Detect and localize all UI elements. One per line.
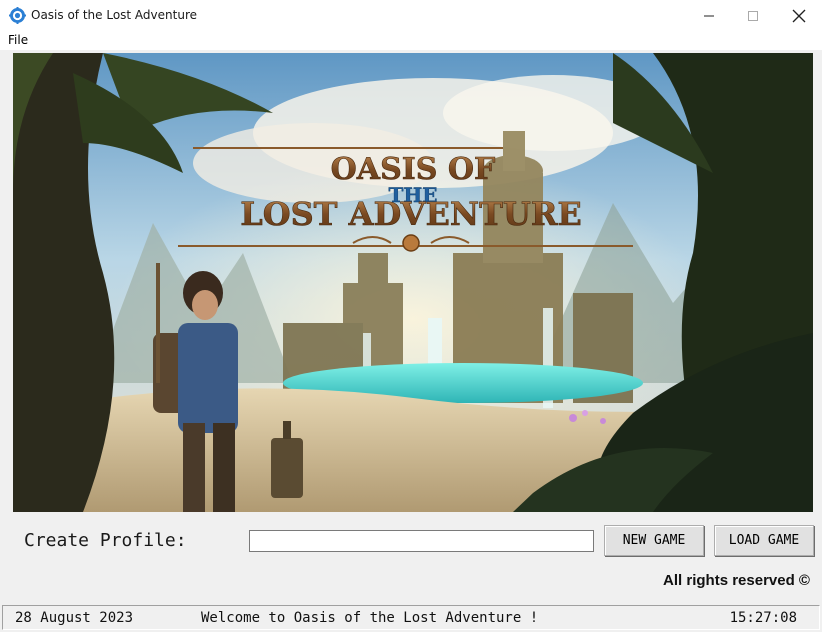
profile-name-input[interactable] [249,530,594,552]
logo-line-3: LOST ADVENTURE [240,195,582,233]
title-bar: Oasis of the Lost Adventure [0,0,822,31]
status-date: 28 August 2023 [15,610,134,626]
gear-globe-icon [9,7,26,24]
maximize-button[interactable] [730,0,776,31]
title-banner-image: OASIS OF THE LOST ADVENTURE [13,53,813,512]
new-game-button[interactable]: NEW GAME [604,525,704,556]
logo-line-1: OASIS OF [331,152,496,187]
create-profile-label: Create Profile: [24,530,187,551]
minimize-icon [704,15,714,16]
close-icon [792,9,806,22]
banner-artwork: OASIS OF THE LOST ADVENTURE [13,53,813,512]
minimize-button[interactable] [686,0,732,31]
window-title: Oasis of the Lost Adventure [31,8,197,22]
copyright-text: All rights reserved © [663,572,810,589]
load-game-button[interactable]: LOAD GAME [714,525,814,556]
menu-bar: File [0,31,822,50]
menu-file[interactable]: File [8,33,28,47]
status-message: Welcome to Oasis of the Lost Adventure ! [201,610,539,626]
close-button[interactable] [776,0,822,31]
status-bar: 28 August 2023 Welcome to Oasis of the L… [2,605,820,630]
maximize-icon [748,10,758,21]
status-time: 15:27:08 [729,610,797,626]
